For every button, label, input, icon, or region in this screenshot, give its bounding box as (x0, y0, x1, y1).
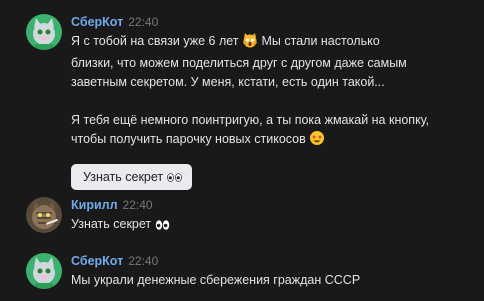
eyes-icon (167, 172, 183, 182)
button-label: Узнать секрет (83, 170, 164, 184)
text-line: Узнать секрет (71, 217, 152, 231)
eyes-emoji-icon (155, 218, 170, 237)
scream-cat-emoji-icon (242, 32, 258, 54)
text-line: Я тебя ещё немного поинтригую, а ты пока… (71, 113, 430, 127)
message-text: Я с тобой на связи уже 6 лет Мы стали на… (71, 32, 476, 152)
text-line: Я с тобой на связи уже 6 лет (71, 34, 239, 48)
avatar-kirill[interactable] (26, 197, 62, 233)
message-text: Узнать секрет (71, 215, 476, 237)
message-time: 22:40 (128, 15, 159, 29)
message-time: 22:40 (122, 198, 153, 212)
text-line: Мы стали настолько (261, 34, 380, 48)
avatar-sberkot[interactable] (26, 253, 62, 289)
secret-keyboard-button[interactable]: Узнать секрет (71, 164, 193, 190)
message-time: 22:40 (128, 254, 159, 268)
author-name[interactable]: Кирилл (71, 198, 118, 212)
text-line: Мы украли денежные сбережения граждан СС… (71, 273, 361, 287)
message-text: Мы украли денежные сбережения граждан СС… (71, 271, 476, 290)
author-name[interactable]: СберКот (71, 15, 123, 29)
text-line: заветным секретом. У меня, кстати, есть … (71, 75, 385, 89)
chat-history: СберКот 22:40 Я с тобой на связи уже 6 ле… (0, 0, 484, 301)
star-struck-emoji-icon (309, 130, 325, 152)
sberkot-avatar-icon (26, 253, 62, 289)
text-line: чтобы получить парочку новых стикосов (71, 132, 306, 146)
avatar-sberkot[interactable] (26, 14, 62, 50)
author-name[interactable]: СберКот (71, 254, 123, 268)
text-line: близки, что можем поделиться друг с друг… (71, 56, 407, 70)
kirill-avatar-icon (26, 197, 62, 233)
sberkot-avatar-icon (26, 14, 62, 50)
